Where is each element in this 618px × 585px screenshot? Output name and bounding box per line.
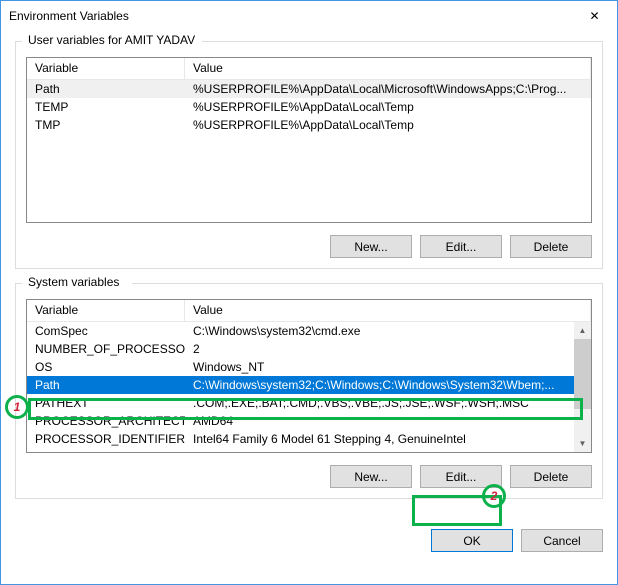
table-row[interactable]: TEMP %USERPROFILE%\AppData\Local\Temp: [27, 98, 591, 116]
user-table-header: Variable Value: [27, 58, 591, 80]
user-new-button[interactable]: New...: [330, 235, 412, 258]
scrollbar[interactable]: ▲ ▼: [574, 322, 591, 452]
table-row[interactable]: ComSpec C:\Windows\system32\cmd.exe: [27, 322, 574, 340]
ok-button[interactable]: OK: [431, 529, 513, 552]
user-button-row: New... Edit... Delete: [26, 235, 592, 258]
cancel-button[interactable]: Cancel: [521, 529, 603, 552]
annotation-marker-2: 2: [482, 484, 506, 508]
close-button[interactable]: ✕: [572, 1, 617, 31]
table-row[interactable]: NUMBER_OF_PROCESSORS 2: [27, 340, 574, 358]
table-row[interactable]: OS Windows_NT: [27, 358, 574, 376]
col-variable[interactable]: Variable: [27, 58, 185, 79]
dialog-content: User variables for AMIT YADAV Variable V…: [1, 31, 617, 523]
table-row[interactable]: TMP %USERPROFILE%\AppData\Local\Temp: [27, 116, 591, 134]
titlebar: Environment Variables ✕: [1, 1, 617, 31]
scroll-down-icon[interactable]: ▼: [574, 435, 591, 452]
annotation-marker-1: 1: [5, 395, 29, 419]
user-delete-button[interactable]: Delete: [510, 235, 592, 258]
table-row[interactable]: PATHEXT .COM;.EXE;.BAT;.CMD;.VBS;.VBE;.J…: [27, 394, 574, 412]
user-variables-legend: User variables for AMIT YADAV: [24, 33, 199, 47]
col-value[interactable]: Value: [185, 300, 591, 321]
close-icon: ✕: [589, 9, 599, 23]
system-table-header: Variable Value: [27, 300, 591, 322]
window-title: Environment Variables: [9, 9, 572, 23]
scroll-thumb[interactable]: [574, 339, 591, 409]
table-row-selected[interactable]: Path C:\Windows\system32;C:\Windows;C:\W…: [27, 376, 574, 394]
system-variables-legend: System variables: [24, 275, 123, 289]
col-value[interactable]: Value: [185, 58, 591, 79]
system-delete-button[interactable]: Delete: [510, 465, 592, 488]
table-row[interactable]: PROCESSOR_ARCHITECTURE AMD64: [27, 412, 574, 430]
system-variables-table[interactable]: Variable Value ComSpec C:\Windows\system…: [26, 299, 592, 453]
user-variables-group: User variables for AMIT YADAV Variable V…: [15, 41, 603, 269]
user-variables-table[interactable]: Variable Value Path %USERPROFILE%\AppDat…: [26, 57, 592, 223]
table-row[interactable]: PROCESSOR_IDENTIFIER Intel64 Family 6 Mo…: [27, 430, 574, 448]
table-row[interactable]: Path %USERPROFILE%\AppData\Local\Microso…: [27, 80, 591, 98]
user-edit-button[interactable]: Edit...: [420, 235, 502, 258]
system-new-button[interactable]: New...: [330, 465, 412, 488]
col-variable[interactable]: Variable: [27, 300, 185, 321]
scroll-up-icon[interactable]: ▲: [574, 322, 591, 339]
dialog-button-row: OK Cancel: [1, 523, 617, 564]
system-button-row: New... Edit... Delete: [26, 465, 592, 488]
system-variables-group: System variables Variable Value ComSpec …: [15, 283, 603, 499]
